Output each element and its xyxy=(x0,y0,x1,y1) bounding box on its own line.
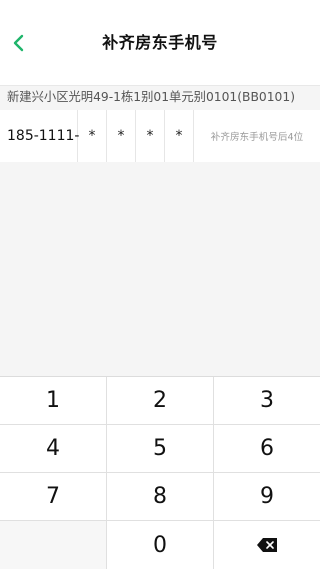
phone-digit-1[interactable]: * xyxy=(78,110,107,162)
phone-prefix: 185-1111- xyxy=(0,110,79,162)
key-9[interactable]: 9 xyxy=(214,473,320,521)
phone-hint: 补齐房东手机号后4位 xyxy=(210,132,304,143)
key-7[interactable]: 7 xyxy=(0,473,107,521)
phone-digit-3[interactable]: * xyxy=(136,110,165,162)
key-8[interactable]: 8 xyxy=(107,473,214,521)
address-label: 新建兴小区光明49-1栋1别01单元别0101(BB0101) xyxy=(7,90,295,104)
key-6[interactable]: 6 xyxy=(214,425,320,473)
status-bar xyxy=(0,0,320,20)
key-4[interactable]: 4 xyxy=(0,425,107,473)
phone-digit-4[interactable]: * xyxy=(165,110,194,162)
key-2[interactable]: 2 xyxy=(107,377,214,425)
key-blank xyxy=(0,521,107,569)
key-1[interactable]: 1 xyxy=(0,377,107,425)
phone-digit-2[interactable]: * xyxy=(107,110,136,162)
top-bar: 补齐房东手机号 xyxy=(0,0,320,86)
key-5[interactable]: 5 xyxy=(107,425,214,473)
phone-input-row: 185-1111- * * * * 补齐房东手机号后4位 xyxy=(0,110,320,162)
page-title: 补齐房东手机号 xyxy=(102,33,218,52)
key-0[interactable]: 0 xyxy=(107,521,214,569)
key-3[interactable]: 3 xyxy=(214,377,320,425)
delete-key[interactable] xyxy=(214,521,320,569)
backspace-icon xyxy=(257,538,277,552)
numeric-keypad: 1 2 3 4 5 6 7 8 9 0 xyxy=(0,376,320,569)
